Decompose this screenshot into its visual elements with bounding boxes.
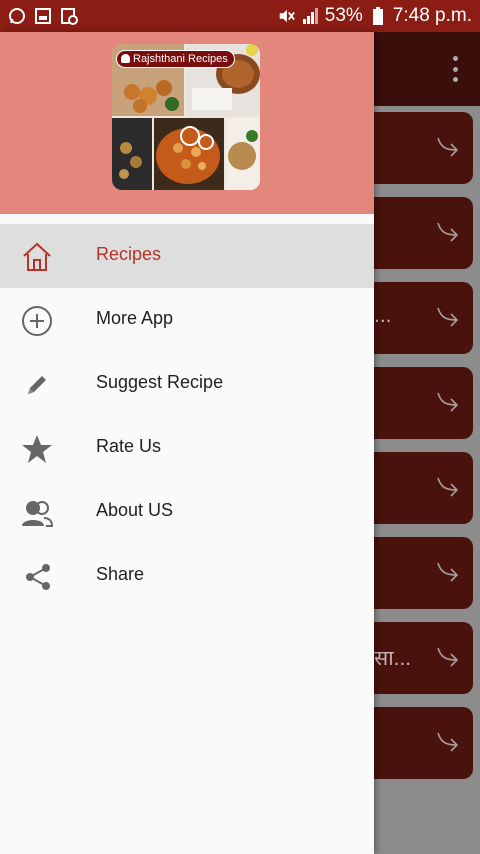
recipe-card[interactable] <box>360 112 473 184</box>
recipe-card[interactable] <box>360 367 473 439</box>
share-icon <box>20 560 54 594</box>
download-icon <box>60 7 78 25</box>
overflow-menu-icon[interactable] <box>452 56 458 82</box>
menu-item-recipes[interactable]: Recipes <box>0 224 374 288</box>
clock: 7:48 p.m. <box>392 5 472 26</box>
recipe-title: ... <box>374 304 392 327</box>
menu-item-about-us[interactable]: About US <box>0 480 374 544</box>
menu-label: More App <box>96 308 174 328</box>
signal-icon <box>301 7 319 25</box>
battery-icon <box>369 7 387 25</box>
recipe-card[interactable] <box>360 707 473 779</box>
add-circle-icon <box>20 304 54 338</box>
menu-item-suggest-recipe[interactable]: Suggest Recipe <box>0 352 374 416</box>
app-logo: Rajshthani Recipes <box>112 44 260 190</box>
recipe-card[interactable]: ... <box>360 282 473 354</box>
pencil-icon <box>20 368 54 402</box>
arrow-icon <box>437 137 459 157</box>
battery-percent: 53% <box>324 5 363 26</box>
arrow-icon <box>437 732 459 752</box>
people-icon <box>20 496 54 530</box>
menu-item-share[interactable]: Share <box>0 544 374 608</box>
star-icon <box>20 432 54 466</box>
gallery-icon <box>34 7 52 25</box>
navigation-drawer: Rajshthani Recipes Recipes More App Sugg… <box>0 32 374 854</box>
arrow-icon <box>437 562 459 582</box>
recipe-card[interactable] <box>360 452 473 524</box>
menu-item-more-app[interactable]: More App <box>0 288 374 352</box>
arrow-icon <box>437 392 459 412</box>
recipe-card[interactable] <box>360 537 473 609</box>
menu-label: Share <box>96 564 145 584</box>
menu-label: Recipes <box>96 244 162 264</box>
logo-title: Rajshthani Recipes <box>116 50 235 68</box>
arrow-icon <box>437 307 459 327</box>
menu-item-rate-us[interactable]: Rate Us <box>0 416 374 480</box>
home-icon <box>20 240 54 274</box>
arrow-icon <box>437 477 459 497</box>
mute-icon <box>277 7 295 25</box>
recipe-card[interactable] <box>360 197 473 269</box>
status-bar: 53% 7:48 p.m. <box>0 0 480 32</box>
drawer-header: Rajshthani Recipes <box>0 32 374 214</box>
menu-label: Rate Us <box>96 436 162 456</box>
whatsapp-icon <box>8 7 26 25</box>
arrow-icon <box>437 222 459 242</box>
recipe-title: सा... <box>374 647 412 670</box>
menu-label: Suggest Recipe <box>96 372 224 392</box>
drawer-menu: Recipes More App Suggest Recipe Rate Us <box>0 224 374 608</box>
recipe-card[interactable]: सा... <box>360 622 473 694</box>
menu-label: About US <box>96 500 174 520</box>
arrow-icon <box>437 647 459 667</box>
